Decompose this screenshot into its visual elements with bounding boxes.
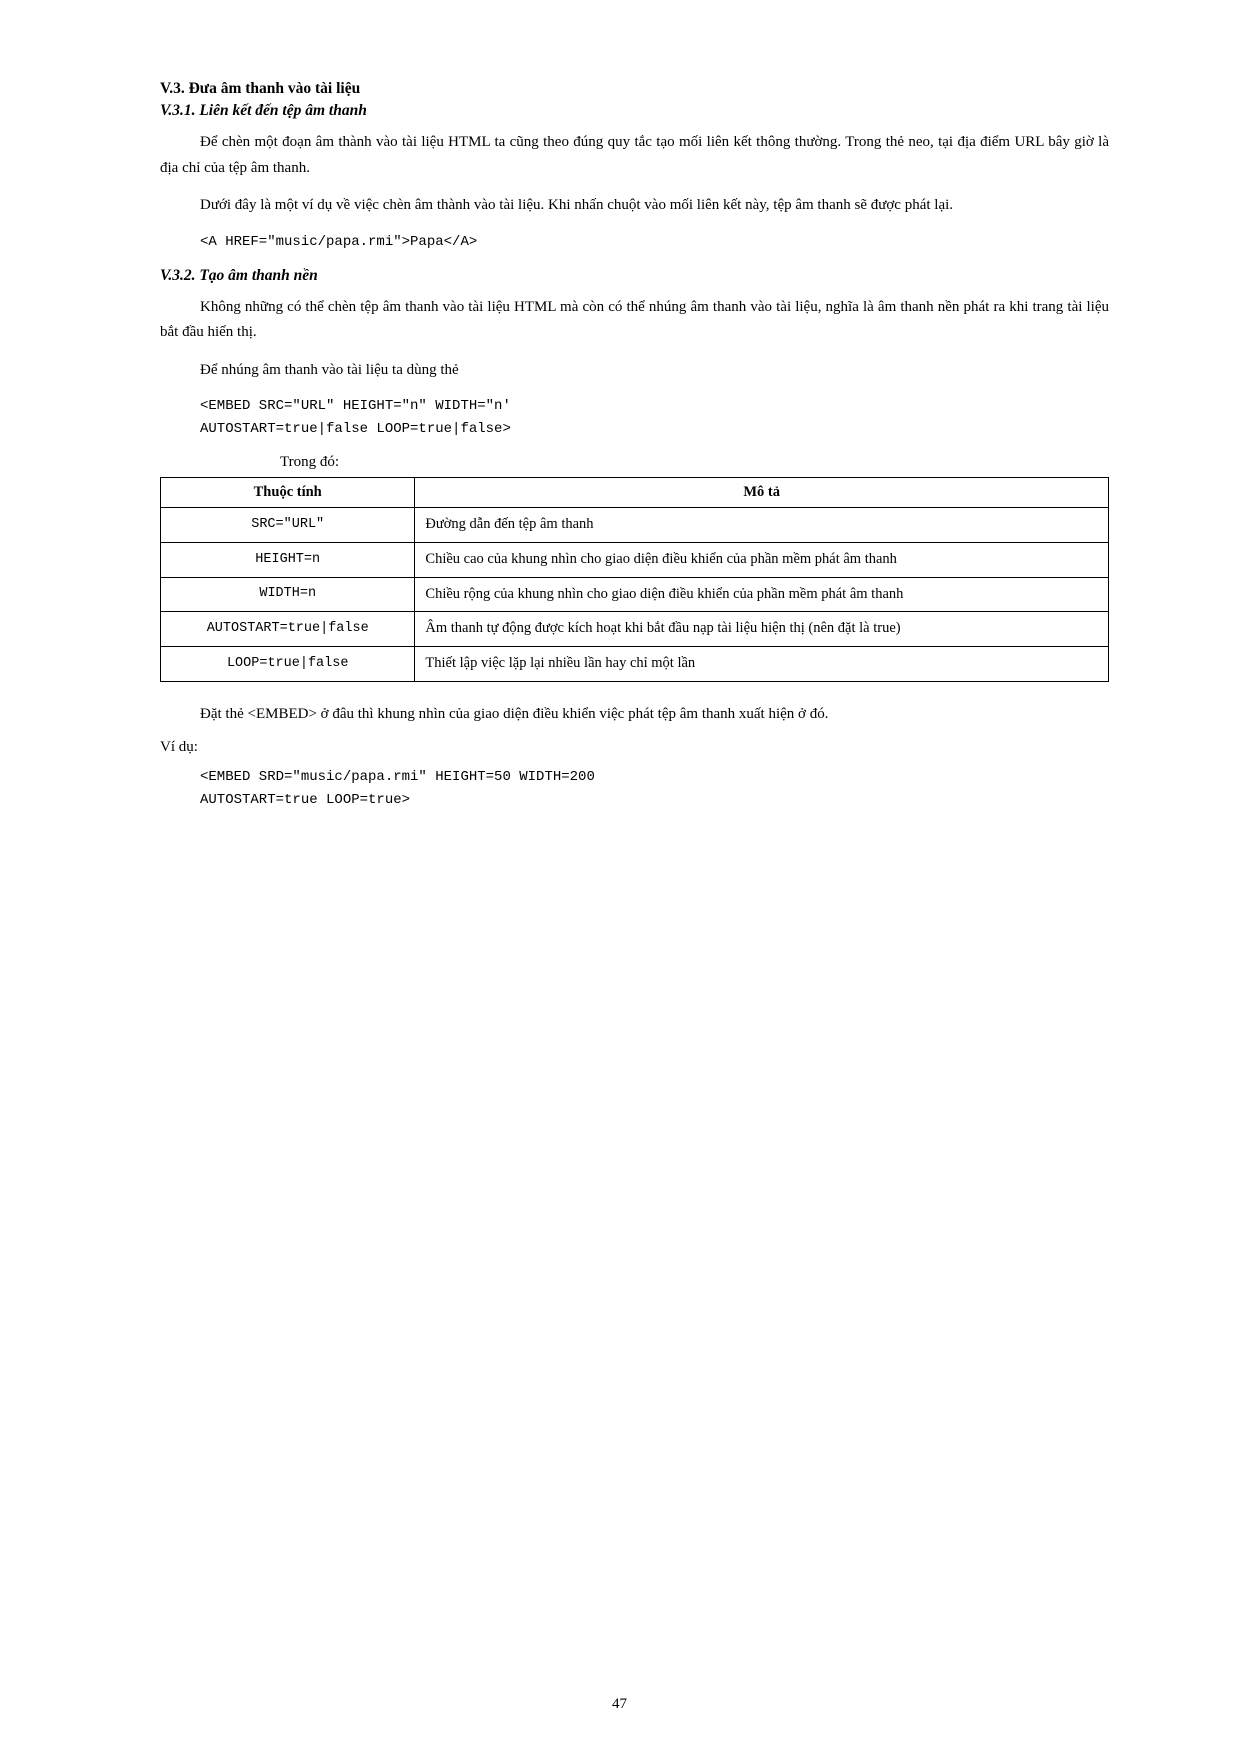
paragraph-3: Không những có thể chèn tệp âm thanh vào… xyxy=(160,295,1109,346)
code-block-3: <EMBED SRD="music/papa.rmi" HEIGHT=50 WI… xyxy=(200,766,1109,811)
table-row: LOOP=true|falseThiết lập việc lặp lại nh… xyxy=(161,647,1109,682)
trong-do-label: Trong đó: xyxy=(280,454,1109,471)
vi-du-label: Ví dụ: xyxy=(160,739,1109,756)
table-cell-attr: HEIGHT=n xyxy=(161,542,415,577)
paragraph-1: Để chèn một đoạn âm thành vào tài liệu H… xyxy=(160,130,1109,181)
section-v31-title: V.3.1. Liên kết đến tệp âm thanh xyxy=(160,102,1109,120)
page-number: 47 xyxy=(612,1696,627,1713)
table-cell-attr: AUTOSTART=true|false xyxy=(161,612,415,647)
paragraph-2: Dưới đây là một ví dụ về việc chèn âm th… xyxy=(160,193,1109,219)
paragraph-5: Đặt thẻ <EMBED> ở đâu thì khung nhìn của… xyxy=(160,702,1109,728)
table-cell-desc: Thiết lập việc lặp lại nhiều lần hay chỉ… xyxy=(415,647,1109,682)
table-row: HEIGHT=nChiều cao của khung nhìn cho gia… xyxy=(161,542,1109,577)
page: V.3. Đưa âm thanh vào tài liệu V.3.1. Li… xyxy=(0,0,1239,1753)
section-v3-title: V.3. Đưa âm thanh vào tài liệu xyxy=(160,80,1109,98)
table-cell-attr: WIDTH=n xyxy=(161,577,415,612)
code-block-2: <EMBED SRC="URL" HEIGHT="n" WIDTH="n' AU… xyxy=(200,395,1109,440)
attributes-table: Thuộc tính Mô tả SRC="URL"Đường dẫn đến … xyxy=(160,477,1109,682)
table-cell-attr: SRC="URL" xyxy=(161,508,415,543)
table-header-desc: Mô tả xyxy=(415,478,1109,508)
table-row: AUTOSTART=true|falseÂm thanh tự động đượ… xyxy=(161,612,1109,647)
table-cell-attr: LOOP=true|false xyxy=(161,647,415,682)
table-header-attr: Thuộc tính xyxy=(161,478,415,508)
table-cell-desc: Chiều rộng của khung nhìn cho giao diện … xyxy=(415,577,1109,612)
table-cell-desc: Chiều cao của khung nhìn cho giao diện đ… xyxy=(415,542,1109,577)
table-cell-desc: Âm thanh tự động được kích hoạt khi bắt … xyxy=(415,612,1109,647)
table-cell-desc: Đường dẫn đến tệp âm thanh xyxy=(415,508,1109,543)
section-v32-title: V.3.2. Tạo âm thanh nền xyxy=(160,267,1109,285)
table-row: SRC="URL"Đường dẫn đến tệp âm thanh xyxy=(161,508,1109,543)
table-row: WIDTH=nChiều rộng của khung nhìn cho gia… xyxy=(161,577,1109,612)
code-block-1: <A HREF="music/papa.rmi">Papa</A> xyxy=(200,231,1109,253)
paragraph-4: Để nhúng âm thanh vào tài liệu ta dùng t… xyxy=(160,358,1109,384)
